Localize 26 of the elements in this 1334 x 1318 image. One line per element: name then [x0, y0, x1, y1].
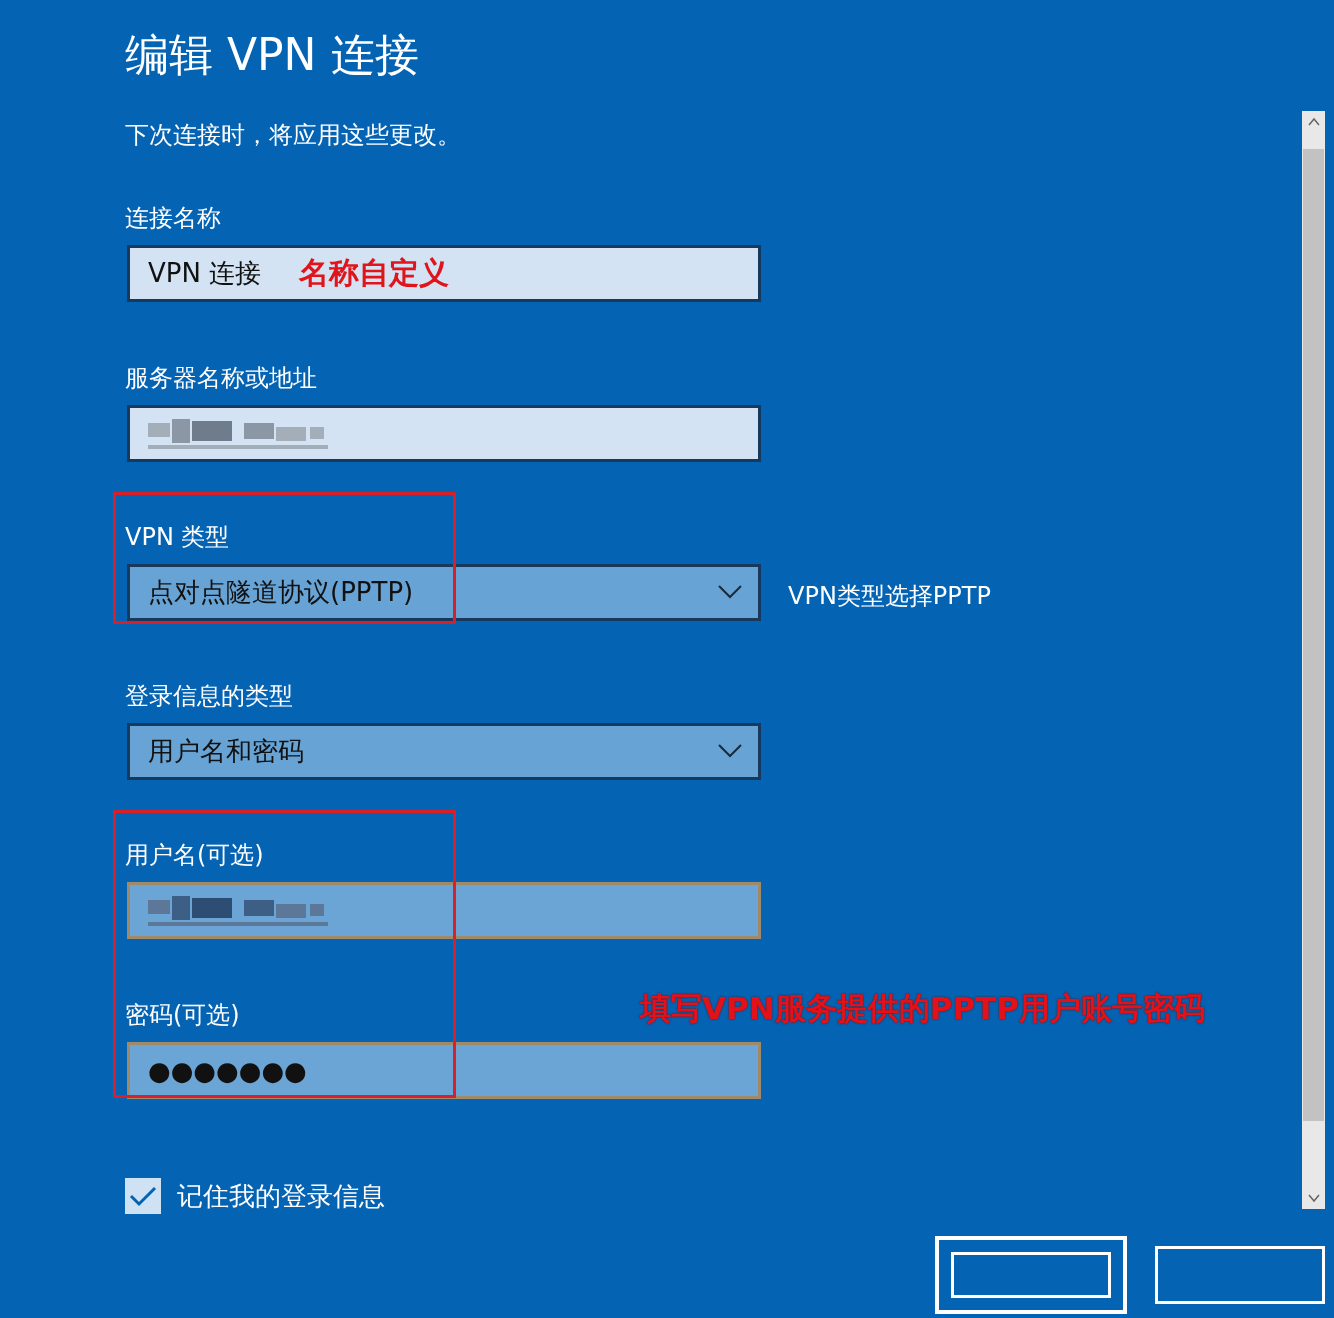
field-label: 连接名称 [125, 203, 221, 234]
input-field[interactable]: VPN 连接 名称自定义 [127, 245, 761, 302]
secondary-button[interactable] [1155, 1246, 1325, 1304]
dropdown[interactable]: 用户名和密码 [127, 723, 761, 780]
field-label: 用户名(可选) [125, 840, 264, 871]
chevron-down-icon [718, 744, 742, 758]
page-title: 编辑 VPN 连接 [125, 28, 419, 82]
field-label: 密码(可选) [125, 1000, 240, 1031]
field-label: 服务器名称或地址 [125, 363, 317, 394]
input-field[interactable] [127, 405, 761, 462]
note-text: VPN类型选择PPTP [788, 581, 991, 612]
annotation-text: 填写VPN服务提供的PPTP用户账号密码 [640, 989, 1205, 1028]
scroll-up-icon[interactable] [1307, 117, 1320, 127]
field-label: 登录信息的类型 [125, 681, 293, 712]
primary-button[interactable] [935, 1236, 1127, 1314]
subtitle: 下次连接时，将应用这些更改。 [125, 120, 461, 151]
field-label: VPN 类型 [125, 522, 230, 553]
remember-checkbox[interactable]: 记住我的登录信息 [125, 1178, 385, 1214]
checkmark-icon [129, 1185, 157, 1207]
dropdown[interactable]: 点对点隧道协议(PPTP) [127, 564, 761, 621]
annotation-text: 名称自定义 [299, 254, 450, 292]
input-field[interactable]: ●●●●●●● [127, 1042, 761, 1099]
scroll-down-icon[interactable] [1307, 1193, 1320, 1203]
scrollbar[interactable] [1302, 111, 1325, 1209]
chevron-down-icon [718, 585, 742, 599]
input-field[interactable] [127, 882, 761, 939]
